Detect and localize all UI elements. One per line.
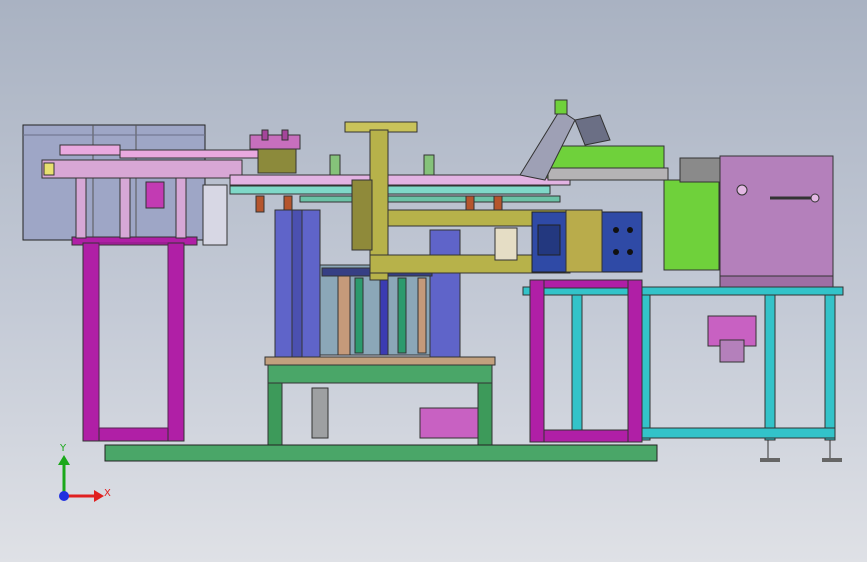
y-axis-arrowhead-icon (58, 455, 70, 465)
orientation-triad[interactable]: Y X (40, 438, 120, 518)
cad-viewport[interactable]: Y X (0, 0, 867, 562)
right-magenta-frame[interactable] (529, 279, 643, 443)
left-magenta-frame[interactable] (71, 236, 198, 442)
machine-assembly-model[interactable] (0, 0, 867, 562)
rotary-head-assembly[interactable] (229, 129, 571, 213)
x-axis-arrowhead-icon (94, 490, 104, 502)
base-plate[interactable] (104, 444, 658, 462)
z-axis-origin-icon (59, 491, 69, 501)
x-axis-label: X (104, 488, 111, 499)
central-green-table[interactable] (264, 356, 496, 446)
y-axis-label: Y (60, 443, 67, 454)
